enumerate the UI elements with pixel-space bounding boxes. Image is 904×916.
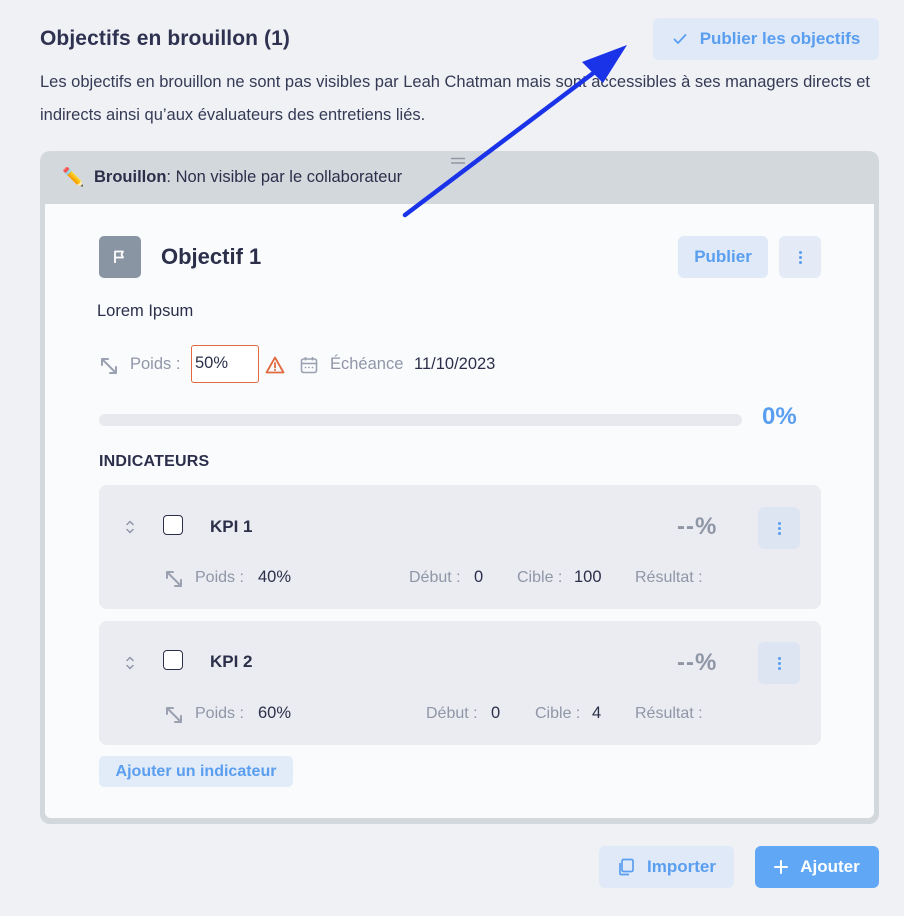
- progress-bar: [99, 414, 742, 426]
- section-title: Objectifs en brouillon (1): [40, 27, 290, 50]
- kpi-name: KPI 2: [210, 652, 253, 671]
- add-label: Ajouter: [800, 857, 860, 876]
- weight-input[interactable]: 50%: [191, 345, 259, 383]
- weight-arrows-icon: [166, 707, 182, 723]
- draft-banner: ✏️ Brouillon: Non visible par le collabo…: [62, 164, 402, 190]
- kpi-card: [99, 621, 821, 745]
- more-vertical-icon: [777, 656, 781, 670]
- weight-arrows-icon: [101, 358, 117, 374]
- kpi-start-value: 0: [474, 568, 484, 586]
- drag-handle-icon[interactable]: [451, 157, 465, 165]
- objective-more-button[interactable]: [779, 236, 821, 278]
- draft-banner-text: Brouillon: Non visible par le collaborat…: [94, 168, 402, 187]
- plus-icon: [774, 860, 789, 874]
- kpi-start-label: Début :: [426, 705, 478, 722]
- sort-handle-icon[interactable]: [125, 519, 135, 535]
- kpi-card: [99, 485, 821, 609]
- kpi-result-label: Résultat :: [635, 569, 703, 586]
- kpi-percentage: --%: [677, 513, 718, 540]
- publish-objective-button[interactable]: Publier: [678, 236, 768, 278]
- kpi-result-label: Résultat :: [635, 705, 703, 722]
- import-button[interactable]: Importer: [599, 846, 734, 888]
- deadline-label: Échéance: [330, 355, 404, 373]
- kpi-weight-label: Poids :: [195, 705, 244, 722]
- kpi-more-button[interactable]: [758, 642, 800, 684]
- objective-title: Objectif 1: [161, 244, 262, 269]
- add-indicator-button[interactable]: Ajouter un indicateur: [99, 756, 293, 787]
- kpi-name: KPI 1: [210, 517, 253, 536]
- indicators-title: INDICATEURS: [99, 453, 210, 470]
- publish-objectives-label: Publier les objectifs: [699, 29, 861, 48]
- progress-percentage: 0%: [762, 403, 797, 430]
- check-icon: [673, 34, 687, 44]
- draft-banner-bold: Brouillon: [94, 167, 167, 186]
- kpi-more-button[interactable]: [758, 507, 800, 549]
- deadline-value: 11/10/2023: [414, 355, 496, 373]
- kpi-percentage: --%: [677, 649, 718, 676]
- kpi-start-label: Début :: [409, 569, 461, 586]
- weight-arrows-icon: [166, 571, 182, 587]
- kpi-target-label: Cible :: [517, 569, 563, 586]
- kpi-target-label: Cible :: [535, 705, 581, 722]
- weight-label: Poids :: [130, 355, 181, 373]
- pencil-icon: ✏️: [62, 166, 85, 187]
- draft-banner-rest: : Non visible par le collaborateur: [166, 167, 403, 186]
- sort-handle-icon[interactable]: [125, 655, 135, 671]
- flag-icon: [99, 236, 141, 278]
- kpi-checkbox[interactable]: [163, 515, 183, 535]
- section-description: Les objectifs en brouillon ne sont pas v…: [40, 73, 871, 124]
- kpi-target-value: 4: [592, 704, 602, 722]
- calendar-icon: [300, 357, 318, 374]
- kpi-target-value: 100: [574, 568, 602, 586]
- objective-description: Lorem Ipsum: [97, 302, 194, 320]
- more-vertical-icon: [798, 250, 802, 264]
- kpi-start-value: 0: [491, 704, 501, 722]
- kpi-weight-value: 60%: [258, 704, 292, 722]
- publish-objectives-button[interactable]: Publier les objectifs: [653, 18, 879, 60]
- import-label: Importer: [647, 857, 716, 876]
- kpi-checkbox[interactable]: [163, 650, 183, 670]
- warning-icon: [265, 356, 285, 374]
- add-button[interactable]: Ajouter: [755, 846, 879, 888]
- kpi-weight-value: 40%: [258, 568, 292, 586]
- more-vertical-icon: [777, 521, 781, 535]
- kpi-weight-label: Poids :: [195, 569, 244, 586]
- copy-icon: [619, 858, 634, 876]
